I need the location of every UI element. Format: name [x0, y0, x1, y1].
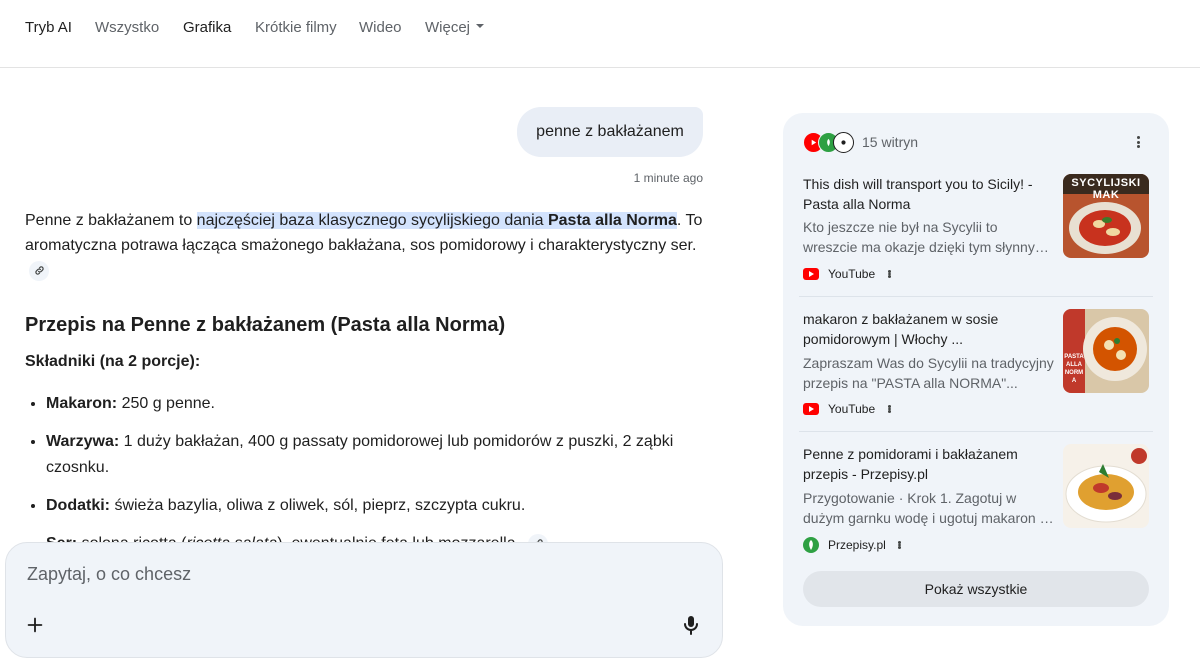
- ai-answer-intro: Penne z bakłażanem to najczęściej baza k…: [25, 208, 705, 283]
- source-thumbnail[interactable]: SYCYLIJSKI MAK: [1063, 174, 1149, 258]
- thumbnail-caption: PASTA ALLA NORMA: [1064, 354, 1084, 384]
- ingredient-label: Dodatki:: [46, 497, 110, 514]
- tab-more-label: Więcej: [425, 19, 471, 36]
- answer-highlight-bold: Pasta alla Norma: [547, 212, 677, 229]
- more-options-icon[interactable]: [887, 268, 891, 280]
- ingredient-label: Makaron:: [46, 395, 118, 412]
- query-timestamp: 1 minute ago: [633, 171, 703, 185]
- tab-images[interactable]: Grafika: [183, 19, 231, 37]
- prompt-box: [5, 542, 723, 658]
- answer-intro-plain: Penne z bakłażanem to: [25, 212, 197, 229]
- tab-short-videos[interactable]: Krótkie filmy: [255, 19, 337, 37]
- user-query-bubble: penne z bakłażanem: [517, 107, 703, 157]
- ingredients-heading: Składniki (na 2 porcje):: [25, 353, 201, 370]
- source-thumbnail[interactable]: [1063, 444, 1149, 528]
- tab-more[interactable]: Więcej: [425, 19, 485, 37]
- citation-link-button[interactable]: [29, 260, 49, 281]
- source-title[interactable]: This dish will transport you to Sicily! …: [803, 174, 1053, 214]
- source-name: YouTube: [828, 267, 876, 281]
- source-title[interactable]: makaron z bakłażanem w sosie pomidorowym…: [803, 309, 1053, 349]
- youtube-icon: [803, 401, 819, 417]
- source-snippet: Przygotowanie · Krok 1. Zagotuj w dużym …: [803, 490, 1051, 526]
- prompt-input[interactable]: [25, 563, 629, 586]
- ingredient-text: świeża bazylia, oliwa z oliwek, sól, pie…: [110, 497, 526, 514]
- microphone-icon[interactable]: [679, 613, 703, 637]
- site-icon: [833, 131, 854, 153]
- source-card[interactable]: makaron z bakłażanem w sosie pomidorowym…: [803, 309, 1149, 419]
- divider: [799, 296, 1153, 297]
- ingredient-text: 250 g penne.: [117, 395, 215, 412]
- sources-header: 15 witryn: [803, 131, 918, 153]
- more-options-icon[interactable]: [1130, 134, 1146, 150]
- source-thumbnail[interactable]: PASTA ALLA NORMA: [1063, 309, 1149, 393]
- list-item: Dodatki: świeża bazylia, oliwa z oliwek,…: [46, 492, 736, 519]
- ingredient-label: Warzywa:: [46, 433, 120, 450]
- tab-videos[interactable]: Wideo: [359, 19, 402, 37]
- plus-icon[interactable]: [24, 614, 46, 636]
- youtube-icon: [803, 266, 819, 282]
- answer-highlight-text: najczęściej baza klasycznego sycylijskie…: [196, 212, 548, 229]
- tab-ai-mode[interactable]: Tryb AI: [25, 19, 72, 37]
- divider: [799, 431, 1153, 432]
- show-all-button[interactable]: Pokaż wszystkie: [803, 571, 1149, 607]
- sources-count: 15 witryn: [862, 134, 919, 150]
- top-navigation: Tryb AI Wszystko Grafika Krótkie filmy W…: [0, 0, 1200, 68]
- link-icon: [34, 266, 44, 275]
- more-options-icon[interactable]: [898, 539, 902, 551]
- show-all-label: Pokaż wszystkie: [924, 581, 1028, 597]
- caret-down-icon: [476, 24, 485, 29]
- more-options-icon[interactable]: [887, 403, 891, 415]
- source-title[interactable]: Penne z pomidorami i bakłażanem przepis …: [803, 444, 1053, 484]
- list-item: Makaron: 250 g penne.: [46, 390, 736, 417]
- user-query-text: penne z bakłażanem: [536, 123, 684, 140]
- source-card[interactable]: Penne z pomidorami i bakłażanem przepis …: [803, 444, 1149, 554]
- source-origin: Przepisy.pl: [803, 537, 902, 553]
- ingredient-text: 1 duży bakłażan, 400 g passaty pomidorow…: [46, 433, 674, 476]
- source-card[interactable]: This dish will transport you to Sicily! …: [803, 174, 1149, 284]
- thumbnail-caption: SYCYLIJSKI MAK: [1071, 177, 1141, 201]
- source-origin: YouTube: [803, 401, 891, 417]
- list-item: Warzywa: 1 duży bakłażan, 400 g passaty …: [46, 428, 736, 481]
- source-origin: YouTube: [803, 266, 891, 282]
- tab-all[interactable]: Wszystko: [95, 19, 159, 37]
- source-name: YouTube: [828, 402, 876, 416]
- source-snippet: Kto jeszcze nie był na Sycylii to wreszc…: [803, 219, 1047, 255]
- answer-highlight[interactable]: najczęściej baza klasycznego sycylijskie…: [196, 212, 677, 229]
- przepisy-icon: [803, 537, 819, 553]
- sources-panel: 15 witryn This dish will transport you t…: [783, 113, 1169, 626]
- source-name: Przepisy.pl: [828, 538, 886, 552]
- recipe-title: Przepis na Penne z bakłażanem (Pasta all…: [25, 314, 506, 336]
- source-snippet: Zapraszam Was do Sycylii na tradycyjny p…: [803, 355, 1054, 391]
